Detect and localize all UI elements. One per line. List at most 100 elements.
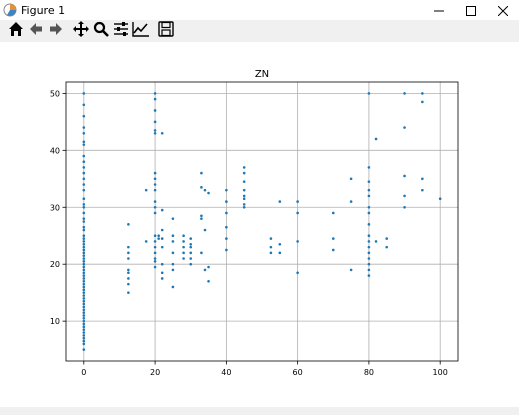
data-point xyxy=(82,271,86,275)
data-point xyxy=(331,237,335,240)
data-point xyxy=(82,154,86,158)
data-point xyxy=(296,271,299,275)
data-point xyxy=(421,100,424,104)
y-tick-label: 30 xyxy=(50,203,60,212)
configure-subplots-button[interactable] xyxy=(111,22,130,41)
data-point xyxy=(225,211,228,215)
maximize-button[interactable] xyxy=(455,0,487,20)
data-point xyxy=(153,257,157,260)
data-point xyxy=(82,328,86,331)
data-point xyxy=(403,174,406,178)
data-point xyxy=(82,302,86,306)
zoom-button[interactable] xyxy=(91,21,110,41)
data-point xyxy=(82,245,86,249)
pan-button[interactable] xyxy=(71,21,90,41)
data-point xyxy=(82,336,86,340)
data-point xyxy=(182,257,185,260)
back-button[interactable] xyxy=(26,22,45,41)
y-axis: 10 20 30 40 50 xyxy=(50,89,66,326)
data-point xyxy=(182,245,185,249)
data-point xyxy=(157,234,160,238)
data-point xyxy=(82,334,86,337)
data-point xyxy=(207,279,210,283)
data-point xyxy=(82,177,86,181)
edit-axis-button[interactable] xyxy=(131,22,150,41)
data-point xyxy=(82,217,86,220)
data-point xyxy=(403,205,406,209)
data-point xyxy=(331,248,335,252)
data-point xyxy=(189,237,193,240)
data-point xyxy=(82,103,86,107)
data-point xyxy=(127,257,130,260)
window-title: Figure 1 xyxy=(21,3,66,17)
data-point xyxy=(367,251,371,255)
data-point xyxy=(82,171,86,175)
data-point xyxy=(82,237,86,240)
data-point xyxy=(367,262,371,266)
data-point xyxy=(82,197,86,201)
data-point xyxy=(182,251,185,255)
data-point xyxy=(367,245,371,249)
data-point xyxy=(153,109,157,112)
data-point xyxy=(82,348,86,351)
status-bar xyxy=(0,407,519,415)
data-point xyxy=(403,194,406,198)
minimize-icon xyxy=(434,1,444,20)
x-axis: 0 20 40 60 80 100 xyxy=(81,361,448,377)
data-point xyxy=(203,268,207,272)
data-point xyxy=(278,251,282,255)
data-point xyxy=(203,228,207,232)
data-point xyxy=(189,242,193,246)
data-point xyxy=(153,234,157,238)
data-point xyxy=(349,268,353,272)
data-point xyxy=(242,188,246,192)
data-point xyxy=(153,240,157,243)
save-button[interactable] xyxy=(156,21,175,41)
data-point xyxy=(82,288,86,292)
data-point xyxy=(278,242,282,246)
data-point xyxy=(82,274,86,277)
data-point xyxy=(367,188,371,192)
data-point xyxy=(160,262,164,266)
data-point xyxy=(367,166,371,169)
data-point xyxy=(200,171,203,175)
data-point xyxy=(367,257,371,260)
data-point xyxy=(82,205,86,209)
data-point xyxy=(225,188,228,192)
data-point xyxy=(153,171,157,175)
title-bar[interactable]: Figure 1 xyxy=(0,0,519,20)
data-point xyxy=(82,265,86,269)
forward-button[interactable] xyxy=(46,22,65,41)
pan-icon xyxy=(72,21,89,41)
forward-arrow-icon xyxy=(48,21,64,41)
data-point xyxy=(153,251,157,255)
minimize-button[interactable] xyxy=(423,0,455,20)
data-point xyxy=(242,205,246,209)
data-point xyxy=(153,183,157,186)
data-point xyxy=(225,248,228,252)
figure-canvas[interactable]: 0 20 40 60 80 100 10 20 30 40 50 ZN xyxy=(8,43,512,407)
zoom-icon xyxy=(93,21,109,41)
close-button[interactable] xyxy=(487,0,519,20)
home-button[interactable] xyxy=(6,22,25,41)
data-point xyxy=(82,282,86,286)
data-point xyxy=(403,126,406,129)
data-point xyxy=(82,325,86,329)
data-point xyxy=(153,131,157,135)
data-point xyxy=(82,114,86,118)
maximize-icon xyxy=(466,1,476,20)
data-point xyxy=(160,131,164,135)
y-tick-label: 10 xyxy=(50,317,60,326)
data-point xyxy=(160,271,164,275)
data-point xyxy=(153,211,157,215)
data-point xyxy=(200,217,203,220)
data-point xyxy=(153,97,157,101)
data-point xyxy=(82,291,86,294)
plot-area xyxy=(66,82,458,361)
data-point xyxy=(82,254,86,257)
data-point xyxy=(82,143,86,146)
data-point xyxy=(82,242,86,246)
data-point xyxy=(82,262,86,266)
data-point xyxy=(349,177,353,181)
data-point xyxy=(160,237,164,240)
